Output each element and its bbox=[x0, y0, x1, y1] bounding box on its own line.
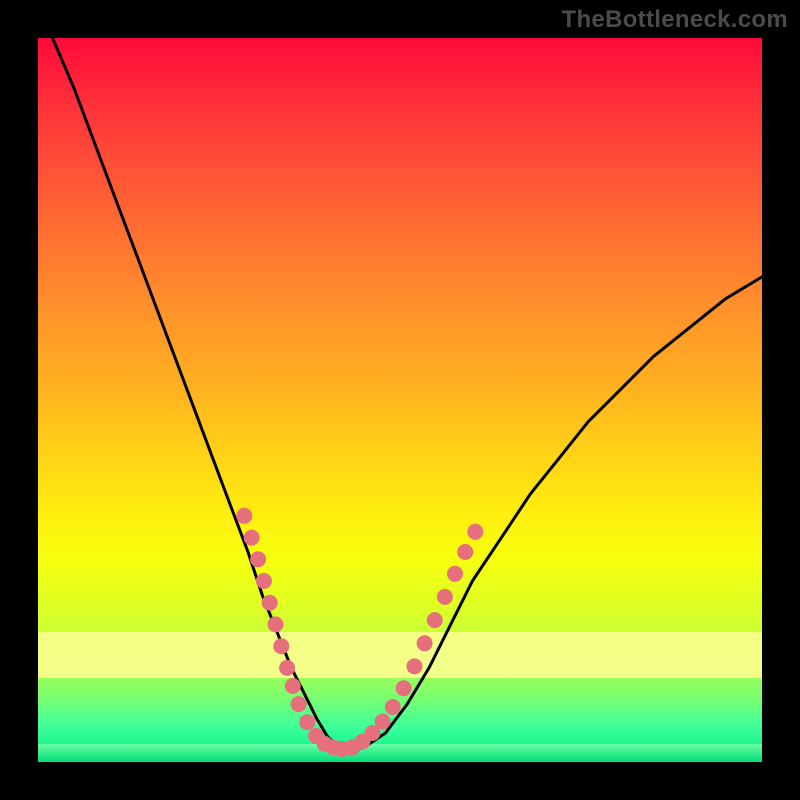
data-point bbox=[279, 660, 295, 676]
data-point bbox=[291, 696, 307, 712]
bottleneck-curve bbox=[53, 38, 763, 750]
data-point bbox=[407, 658, 423, 674]
data-point bbox=[285, 678, 301, 694]
data-point bbox=[244, 530, 260, 546]
data-point bbox=[273, 638, 289, 654]
data-point bbox=[437, 589, 453, 605]
data-point bbox=[299, 714, 315, 730]
data-point bbox=[385, 699, 401, 715]
bottleneck-curve-path bbox=[53, 38, 763, 750]
watermark-text: TheBottleneck.com bbox=[562, 6, 788, 34]
data-point bbox=[268, 616, 284, 632]
data-point bbox=[236, 508, 252, 524]
data-point bbox=[467, 524, 483, 540]
data-point bbox=[375, 714, 391, 730]
data-point bbox=[427, 612, 443, 628]
chart-frame: TheBottleneck.com bbox=[0, 0, 800, 800]
plot-area bbox=[38, 38, 762, 762]
data-point bbox=[250, 551, 266, 567]
data-point bbox=[262, 595, 278, 611]
data-point bbox=[417, 635, 433, 651]
chart-svg bbox=[38, 38, 762, 762]
data-point bbox=[396, 680, 412, 696]
data-point bbox=[256, 573, 272, 589]
data-point bbox=[457, 544, 473, 560]
data-point bbox=[447, 566, 463, 582]
